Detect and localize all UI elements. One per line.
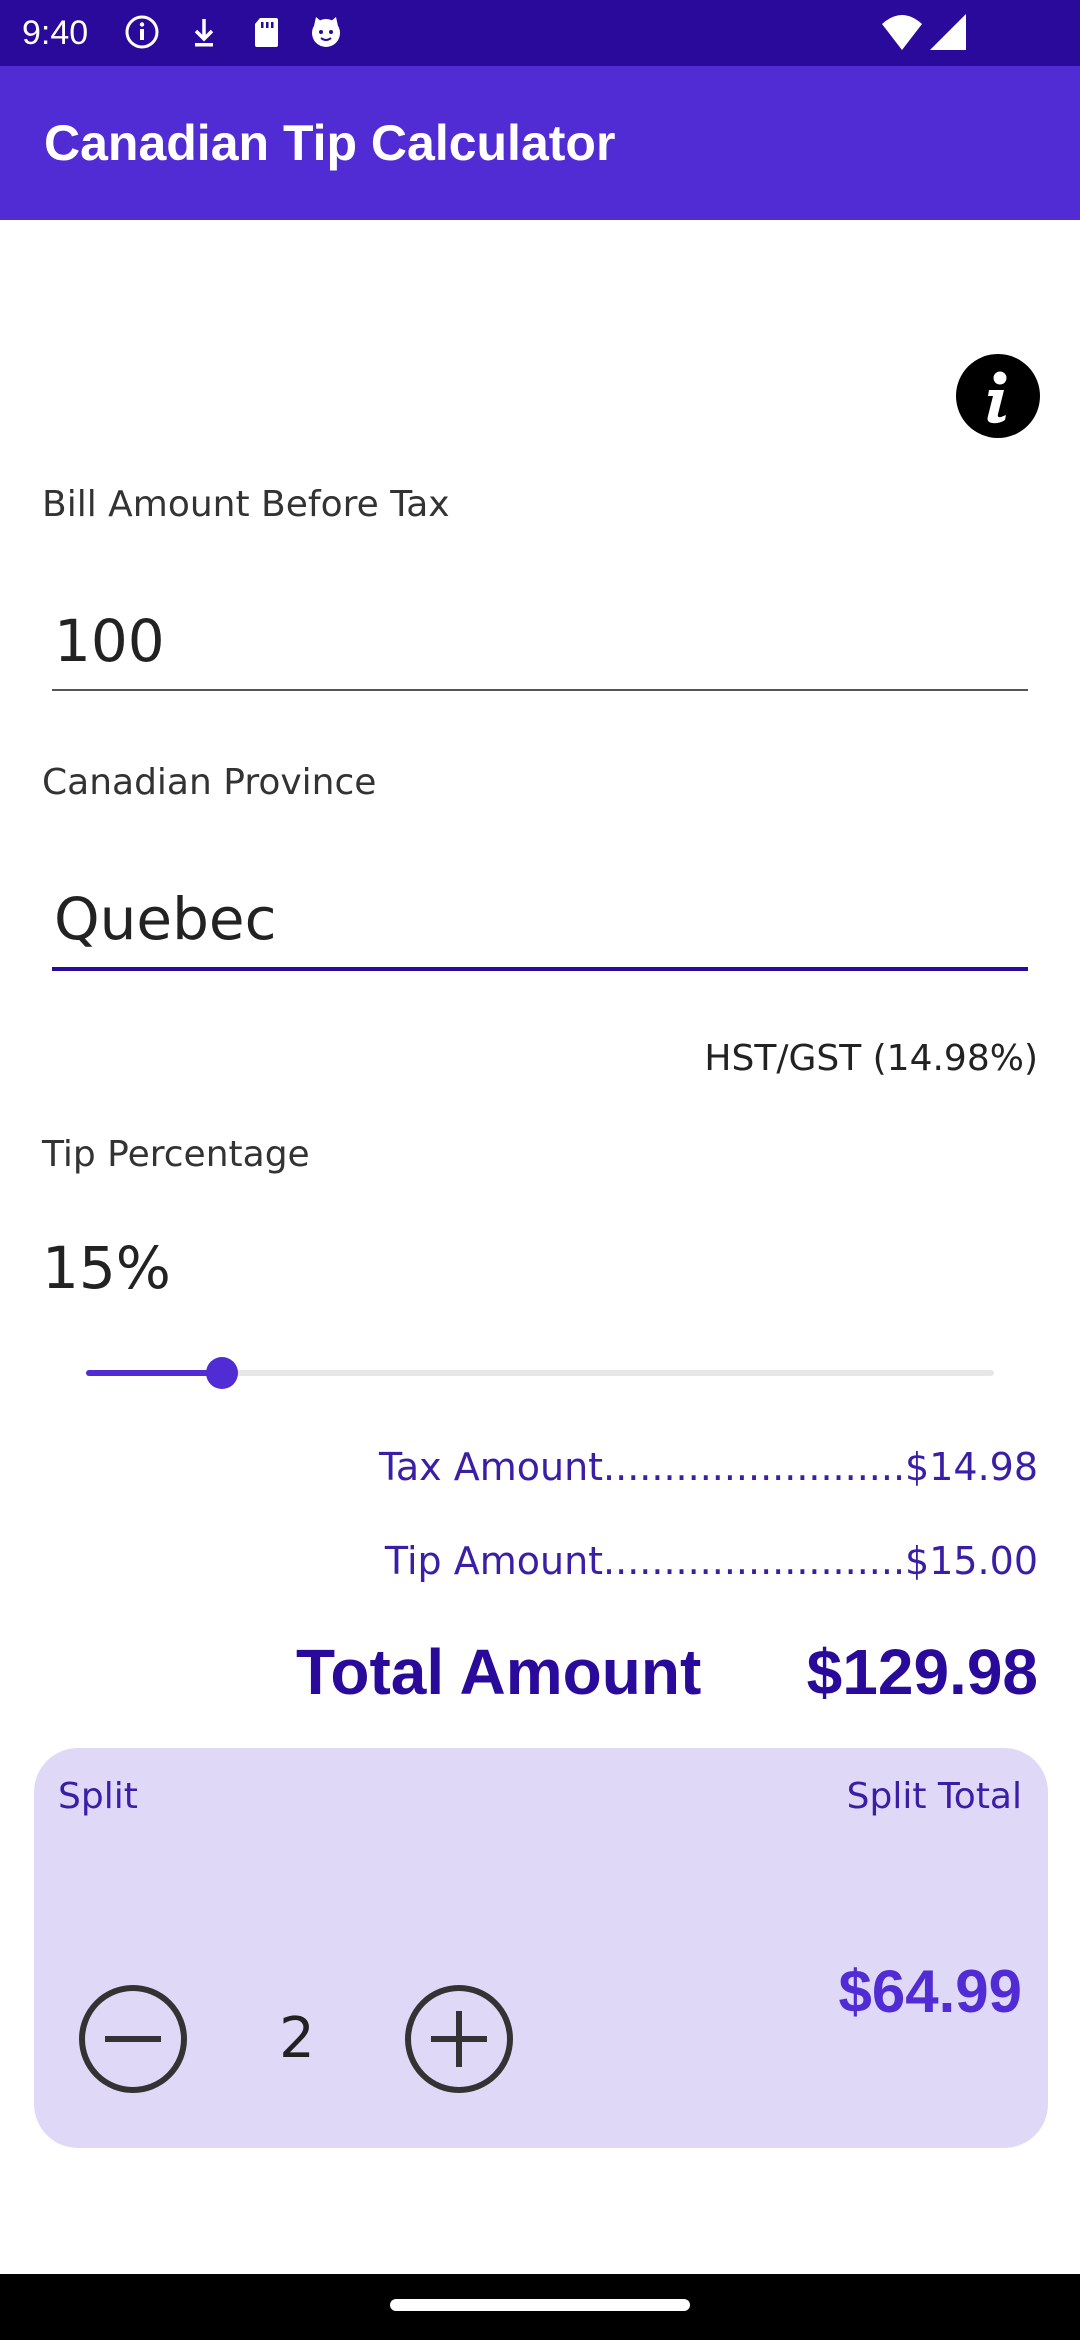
tip-percentage-label: Tip Percentage [42,1134,310,1175]
sd-card-icon [255,18,278,47]
split-total-label: Split Total [846,1776,1022,1817]
wifi-icon [882,15,922,50]
tax-rate-text: HST/GST (14.98%) [704,1038,1038,1079]
home-gesture-handle[interactable] [390,2299,690,2311]
province-picker[interactable]: Quebec [52,874,1028,964]
split-total-value: $64.99 [838,1958,1022,2025]
info-circle-icon [125,15,159,49]
tip-amount-line: Tip Amount.........................$15.0… [384,1539,1038,1583]
plus-circle-icon[interactable] [404,1984,514,2094]
total-amount-label: Total Amount [296,1636,702,1708]
cat-face-icon [312,17,340,47]
bill-amount-label: Bill Amount Before Tax [42,484,450,525]
info-button[interactable] [956,354,1040,438]
province-label: Canadian Province [42,762,377,803]
bill-amount-underline [52,689,1028,691]
tax-amount-line: Tax Amount.........................$14.9… [378,1445,1038,1489]
province-underline [52,967,1028,971]
signal-icon [930,14,966,50]
total-amount-value: $129.98 [806,1636,1038,1708]
status-time: 9:40 [22,14,89,52]
tip-slider-thumb[interactable] [206,1357,239,1389]
split-label: Split [58,1776,138,1817]
info-icon [987,371,1007,424]
bill-amount-input[interactable]: 100 [52,596,1028,686]
minus-circle-icon[interactable] [78,1984,188,2094]
app-title: Canadian Tip Calculator [44,115,616,171]
tip-percentage-value: 15% [42,1234,171,1302]
download-icon [194,19,214,47]
split-count: 2 [279,2006,315,2071]
tip-slider-fill [86,1370,223,1376]
